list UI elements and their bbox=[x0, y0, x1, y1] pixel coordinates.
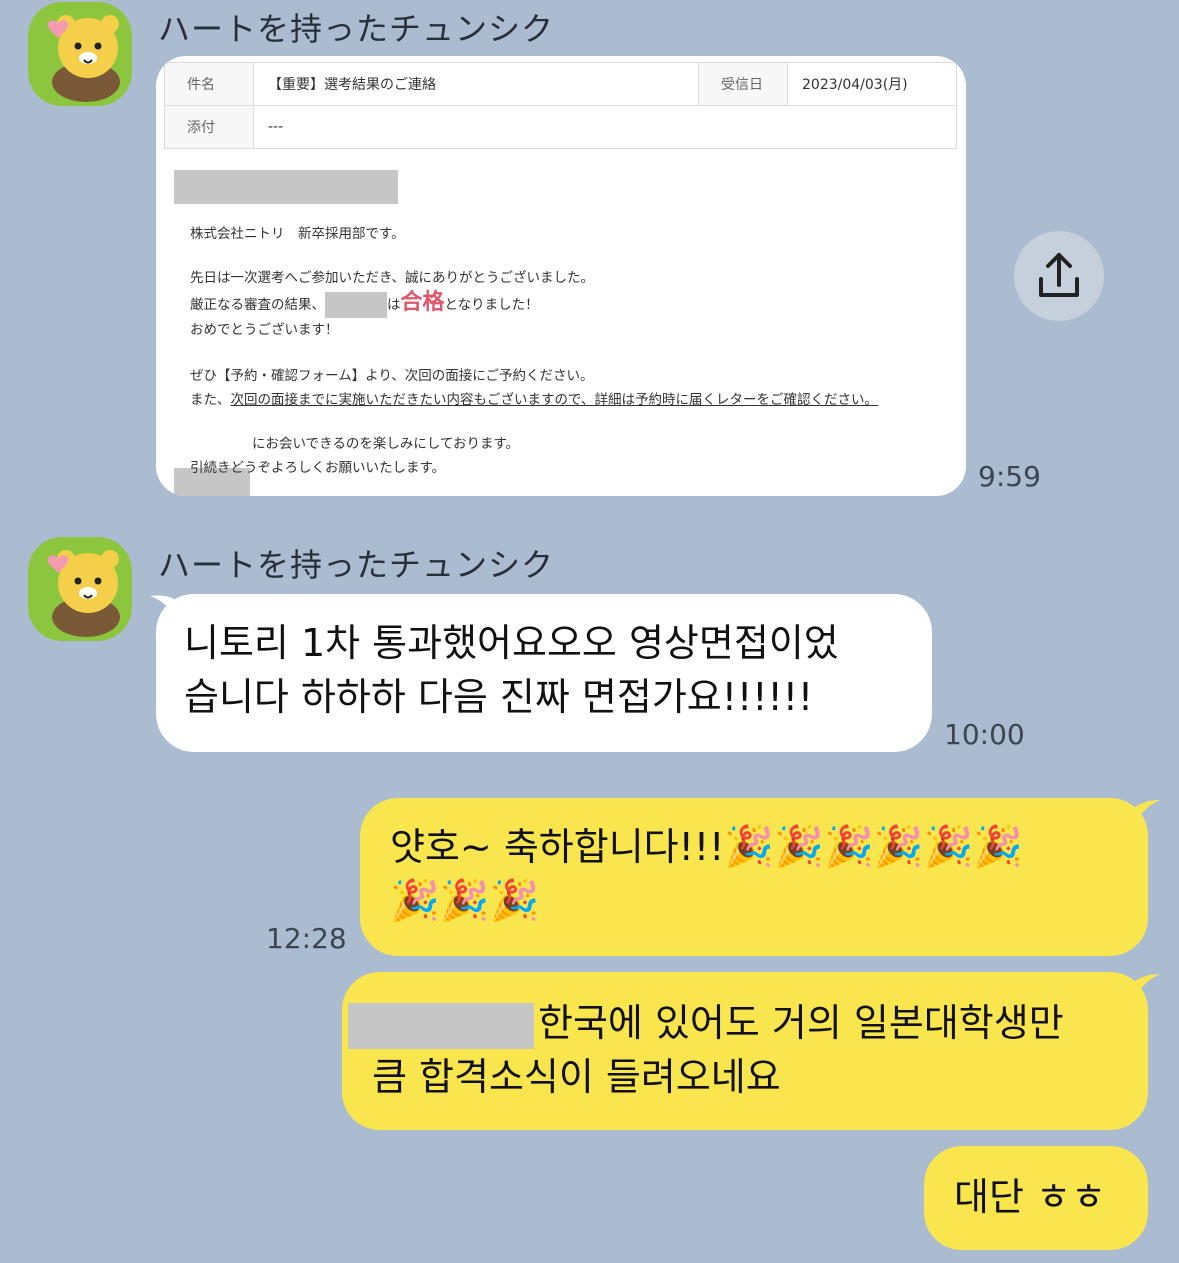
message-bubble-outgoing[interactable]: 얏호~ 축하합니다!!!🎉🎉🎉🎉🎉🎉 🎉🎉🎉 bbox=[360, 798, 1148, 956]
email-line-also: また、次回の面接までに実施いただきたい内容もございますので、詳細は予約時に届くレ… bbox=[190, 388, 878, 408]
bear-avatar-icon bbox=[47, 15, 120, 102]
email-line-thanks: 先日は一次選考へご参加いただき、誠にありがとうございました。 bbox=[190, 270, 595, 286]
bubble-tail bbox=[1134, 974, 1160, 1000]
message-text-line: 니토리 1차 통과했어요오오 영상면접이었 bbox=[184, 621, 839, 665]
sender-avatar[interactable] bbox=[28, 2, 132, 106]
message-text-line: 한국에 있어도 거의 일본대학생만 bbox=[348, 996, 1148, 1050]
result-ha: は bbox=[387, 297, 401, 313]
redacted-block bbox=[174, 170, 398, 204]
message-text: 얏호~ 축하합니다!!! bbox=[390, 825, 725, 869]
timestamp: 12:28 bbox=[266, 922, 347, 955]
sender-avatar[interactable] bbox=[28, 537, 132, 641]
email-line-company: 株式会社ニトリ 新卒採用部です。 bbox=[190, 226, 405, 242]
received-date: 2023/04/03(月) bbox=[787, 62, 957, 106]
also-prefix: また、 bbox=[190, 392, 231, 408]
subject-value: 【重要】選考結果のご連絡 bbox=[253, 62, 699, 106]
share-upload-icon bbox=[1039, 253, 1079, 297]
message-bubble-incoming[interactable]: 니토리 1차 통과했어요오오 영상면접이었 습니다 하하하 다음 진짜 면접가요… bbox=[156, 594, 932, 752]
email-screenshot-image[interactable]: 件名 【重要】選考結果のご連絡 受信日 2023/04/03(月) 添付 ---… bbox=[156, 56, 966, 496]
also-underlined: 次回の面接までに実施いただきたい内容もございますので、詳細は予約時に届くレターを… bbox=[230, 392, 878, 408]
received-label: 受信日 bbox=[698, 62, 788, 106]
message-bubble-outgoing[interactable]: 대단 ㅎㅎ bbox=[924, 1146, 1148, 1250]
email-line-meet: にお会いできるのを楽しみにしております。 bbox=[252, 436, 520, 452]
timestamp: 9:59 bbox=[978, 460, 1041, 493]
email-content: 件名 【重要】選考結果のご連絡 受信日 2023/04/03(月) 添付 ---… bbox=[164, 62, 957, 496]
sender-name: ハートを持ったチュンシク bbox=[158, 10, 555, 48]
message-text-line: 큼 합격소식이 들려오네요 bbox=[372, 1055, 781, 1099]
subject-label: 件名 bbox=[164, 62, 254, 106]
message-text-line: 얏호~ 축하합니다!!!🎉🎉🎉🎉🎉🎉 bbox=[390, 820, 1148, 874]
message-text: 한국에 있어도 거의 일본대학생만 bbox=[538, 1001, 1064, 1045]
party-popper-emojis: 🎉🎉🎉🎉🎉🎉 bbox=[724, 824, 1024, 870]
party-popper-emojis: 🎉🎉🎉 bbox=[390, 878, 540, 924]
message-text: 대단 ㅎㅎ bbox=[954, 1175, 1106, 1219]
message-bubble-outgoing[interactable]: 한국에 있어도 거의 일본대학생만 큼 합격소식이 들려오네요 bbox=[342, 972, 1148, 1130]
redacted-name bbox=[325, 292, 387, 318]
result-pass: 合格 bbox=[400, 290, 445, 315]
email-header-table: 件名 【重要】選考結果のご連絡 受信日 2023/04/03(月) 添付 --- bbox=[164, 62, 957, 149]
timestamp: 10:00 bbox=[944, 718, 1025, 751]
attachment-value: --- bbox=[253, 105, 957, 149]
email-line-form: ぜひ【予約・確認フォーム】より、次回の面接にご予約ください。 bbox=[190, 368, 594, 384]
email-line-congrats: おめでとうございます！ bbox=[190, 322, 339, 338]
email-line-result: 厳正なる審査の結果、 は合格となりました！ bbox=[190, 288, 539, 318]
bear-avatar-icon bbox=[47, 550, 120, 637]
message-text-line: 습니다 하하하 다음 진짜 면접가요!!!!!! bbox=[184, 675, 814, 719]
share-button[interactable] bbox=[1014, 231, 1104, 321]
result-suffix: となりました！ bbox=[444, 297, 539, 313]
email-line-regards: 引続きどうぞよろしくお願いいたします。 bbox=[190, 460, 446, 476]
bubble-tail bbox=[1134, 800, 1160, 826]
sender-name: ハートを持ったチュンシク bbox=[158, 546, 555, 584]
redacted-block bbox=[348, 1002, 534, 1049]
result-prefix: 厳正なる審査の結果、 bbox=[190, 297, 325, 313]
attachment-label: 添付 bbox=[164, 105, 254, 149]
